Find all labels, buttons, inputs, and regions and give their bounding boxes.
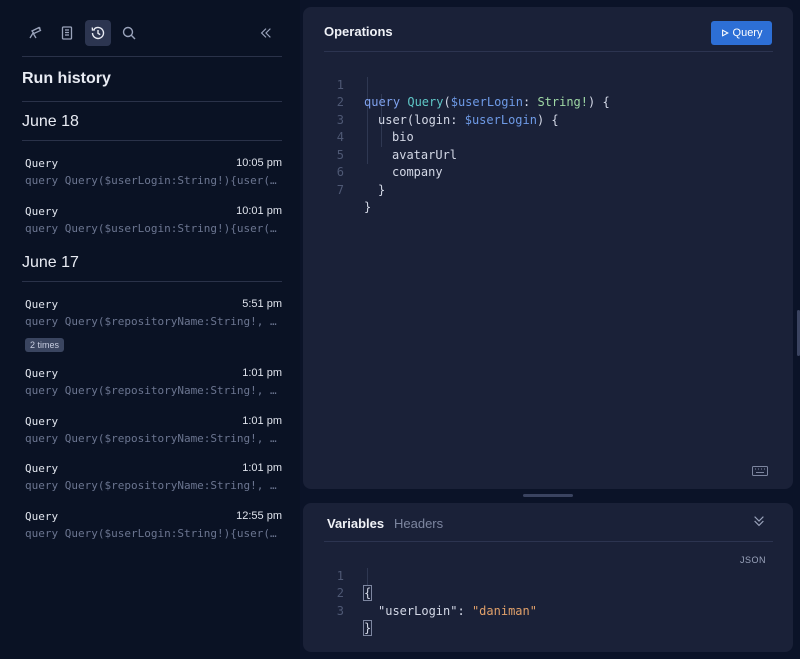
code-text: user(login: $userLogin) { [378,112,559,127]
code-text: query Query($userLogin: String!) { [364,95,610,109]
search-icon[interactable] [116,20,142,46]
history-entry[interactable]: Query 5:51 pm query Query($repositoryNam… [25,298,282,356]
code-text: } [364,200,372,214]
entry-time: 12:55 pm [236,510,282,522]
entry-preview: query Query($userLogin:String!){user(log… [25,222,282,235]
entry-time: 10:05 pm [236,157,282,169]
code-line: 1 query Query($userLogin: String!) { [324,59,610,110]
code-line: 3 } [324,585,382,636]
double-chevron-down-icon[interactable] [752,514,768,530]
tab-variables[interactable]: Variables [327,516,384,531]
history-entry[interactable]: Query 12:55 pm query Query($userLogin:St… [25,510,282,550]
operations-title: Operations [324,24,393,39]
code-line: 1 { [324,550,382,601]
history-group-date: June 17 [22,254,79,271]
history-entry[interactable]: Query 1:01 pm query Query($repositoryNam… [25,462,282,502]
tab-headers[interactable]: Headers [394,516,443,531]
history-entry[interactable]: Query 10:01 pm query Query($userLogin:St… [25,205,282,245]
explorer-icon[interactable] [22,20,48,46]
entry-name: Query [25,510,59,523]
code-text: } [362,620,373,636]
code-line: 2 user(login: $userLogin) { [324,77,559,127]
entry-time: 1:01 pm [242,415,282,427]
entry-time: 10:01 pm [236,205,282,217]
entry-preview: query Query($userLogin:String!){user(log… [25,527,282,540]
entry-time: 5:51 pm [242,298,282,310]
history-sidebar: Run history June 18 Query 10:05 pm query… [0,0,300,659]
group-divider [22,281,282,282]
operations-panel: Operations Query 1 query Query($userLogi… [303,7,793,489]
entry-preview: query Query($userLogin:String!){user(log… [25,174,282,187]
docs-icon[interactable] [54,20,80,46]
entry-time: 1:01 pm [242,462,282,474]
double-chevron-left-icon[interactable] [254,20,278,46]
json-format-label: JSON [740,555,767,565]
keyboard-icon[interactable] [752,463,768,481]
entry-name: Query [25,205,59,218]
entry-name: Query [25,415,59,428]
code-line: 3 bio [324,94,414,145]
entry-name: Query [25,367,59,380]
operations-divider [324,51,773,52]
group-divider [22,140,282,141]
history-entry[interactable]: Query 10:05 pm query Query($userLogin:St… [25,157,282,197]
entry-name: Query [25,298,59,311]
code-line: 7 } [324,164,382,215]
title-divider [22,101,282,102]
variables-panel: Variables Headers JSON 1 { 2 "userLogin"… [303,503,793,652]
code-text: bio [392,130,414,144]
code-line: 6 } [324,147,385,197]
code-line: 4 avatarUrl [324,112,457,162]
operations-editor[interactable]: 1 query Query($userLogin: String!) { 2 u… [324,59,610,215]
history-entry[interactable]: Query 1:01 pm query Query($repositoryNam… [25,367,282,407]
variables-divider [324,541,773,542]
code-line: 2 "userLogin": "daniman" [324,568,537,618]
line-number: 7 [336,182,344,197]
history-icon[interactable] [85,20,111,46]
run-query-label: Query [732,27,763,39]
entry-preview: query Query($repositoryName:String!, $ow… [25,432,282,445]
app-root: Run history June 18 Query 10:05 pm query… [0,0,800,659]
sidebar-title: Run history [22,70,111,87]
entry-name: Query [25,462,59,475]
entry-preview: query Query($repositoryName:String!, $ow… [25,479,282,492]
panel-resize-handle[interactable] [523,494,573,497]
entry-time: 1:01 pm [242,367,282,379]
play-icon [721,29,729,37]
entry-name: Query [25,157,59,170]
history-group-date: June 18 [22,113,79,130]
entry-preview: query Query($repositoryName:String!, $ow… [25,315,282,328]
entry-preview: query Query($repositoryName:String!, $ow… [25,384,282,397]
code-text: avatarUrl [392,147,458,162]
line-number: 3 [336,603,344,618]
code-text: company [392,165,443,179]
run-count-badge: 2 times [25,338,65,352]
variables-editor[interactable]: 1 { 2 "userLogin": "daniman" 3 } [324,550,537,636]
run-query-button[interactable]: Query [711,21,772,45]
history-entry[interactable]: Query 1:01 pm query Query($repositoryNam… [25,415,282,455]
code-line: 5 company [324,129,443,180]
sidebar-toolbar [22,20,282,46]
toolbar-divider [22,56,282,57]
code-text: "userLogin": "daniman" [378,603,537,618]
